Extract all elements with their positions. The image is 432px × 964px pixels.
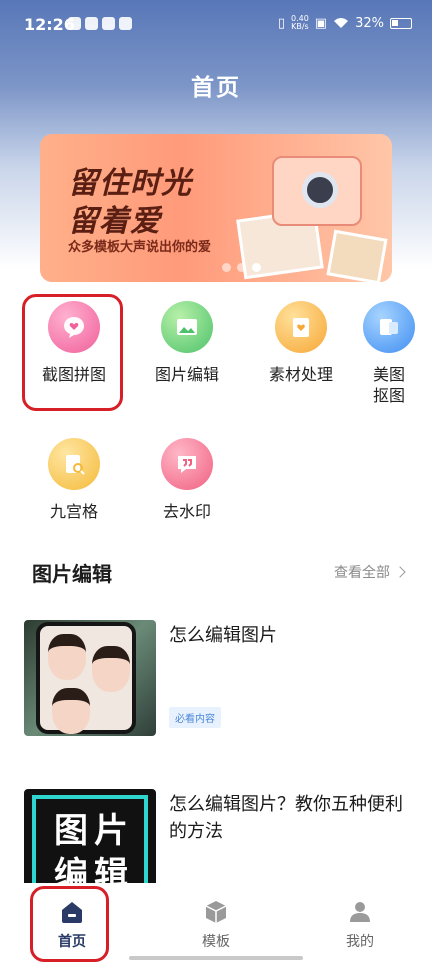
phone-illustration xyxy=(36,622,136,734)
feature-label: 图片编辑 xyxy=(154,365,219,384)
banner-photo-illustration-2 xyxy=(326,229,388,282)
view-all-label: 查看全部 xyxy=(334,565,390,581)
feature-material[interactable]: 素材处理 xyxy=(251,301,351,385)
battery-icon xyxy=(390,17,412,29)
weibo-notification-icon xyxy=(85,17,98,30)
feature-remove-watermark[interactable]: 去水印 xyxy=(137,438,237,522)
user-icon xyxy=(347,899,373,925)
article-item[interactable]: 图片 编辑 怎么编辑图片？教你五种便利的方法 xyxy=(24,789,414,905)
vibrate-icon: ▯ xyxy=(277,15,285,31)
banner-pagination xyxy=(222,263,261,272)
portrait-illustration xyxy=(52,688,90,734)
app-notification-icon xyxy=(68,17,81,30)
quote-bubble-icon xyxy=(161,438,213,490)
wifi-icon xyxy=(334,18,349,28)
banner-dot-active[interactable] xyxy=(252,263,261,272)
article-tag: 必看内容 xyxy=(169,707,221,728)
feature-label: 去水印 xyxy=(162,502,211,521)
feature-label: 九宫格 xyxy=(49,502,98,521)
feature-label: 素材处理 xyxy=(268,365,333,384)
tiktok-notification-icon xyxy=(102,17,115,30)
page-title: 首页 xyxy=(191,75,241,101)
tab-mine[interactable]: 我的 xyxy=(320,899,400,951)
tab-templates[interactable]: 模板 xyxy=(176,899,256,951)
sim-icon: ▣ xyxy=(314,15,328,31)
portrait-illustration xyxy=(48,634,86,680)
article-item[interactable]: 怎么编辑图片 必看内容 xyxy=(24,620,414,736)
cube-icon xyxy=(203,899,229,925)
chevron-right-icon xyxy=(394,566,406,578)
article-title: 怎么编辑图片？教你五种便利的方法 xyxy=(169,794,403,842)
clipboard-heart-icon xyxy=(275,301,327,353)
feature-cutout[interactable]: 美图 抠图 xyxy=(343,301,432,406)
highlight-annotation xyxy=(30,886,109,962)
camera-illustration xyxy=(272,156,362,226)
article-thumbnail xyxy=(24,620,156,736)
view-all-link[interactable]: 查看全部 xyxy=(334,562,406,582)
article-title: 怎么编辑图片 xyxy=(169,625,277,646)
feature-label: 美图 抠图 xyxy=(373,365,406,405)
feature-image-edit[interactable]: 图片编辑 xyxy=(137,301,237,385)
home-indicator xyxy=(129,956,303,960)
camera-lens xyxy=(302,172,338,208)
network-speed: 0.40 KB/s xyxy=(291,15,309,31)
feature-nine-grid[interactable]: 九宫格 xyxy=(24,438,124,522)
status-right: ▯ 0.40 KB/s ▣ 32% xyxy=(278,15,412,31)
thumbnail-text: 图片 xyxy=(54,811,134,851)
section-title: 图片编辑 xyxy=(32,562,112,586)
portrait-illustration xyxy=(92,646,130,692)
cutout-icon xyxy=(363,301,415,353)
speed-unit: KB/s xyxy=(291,22,309,31)
grid-search-icon xyxy=(48,438,100,490)
image-icon xyxy=(161,301,213,353)
qq-notification-icon xyxy=(119,17,132,30)
tab-label: 模板 xyxy=(202,934,230,950)
banner-headline-2: 留着爱 xyxy=(68,204,161,239)
banner-subtitle: 众多模板大声说出你的爱 xyxy=(68,240,212,255)
battery-percent: 32% xyxy=(355,15,384,31)
banner-dot[interactable] xyxy=(222,263,231,272)
notification-icons xyxy=(68,17,132,30)
banner-dot[interactable] xyxy=(237,263,246,272)
highlight-annotation xyxy=(22,294,123,411)
tab-label: 我的 xyxy=(346,934,374,950)
status-bar: 12:26 ▯ 0.40 KB/s ▣ 32% xyxy=(0,0,432,52)
promo-banner[interactable]: 留住时光 留着爱 众多模板大声说出你的爱 xyxy=(40,134,392,282)
